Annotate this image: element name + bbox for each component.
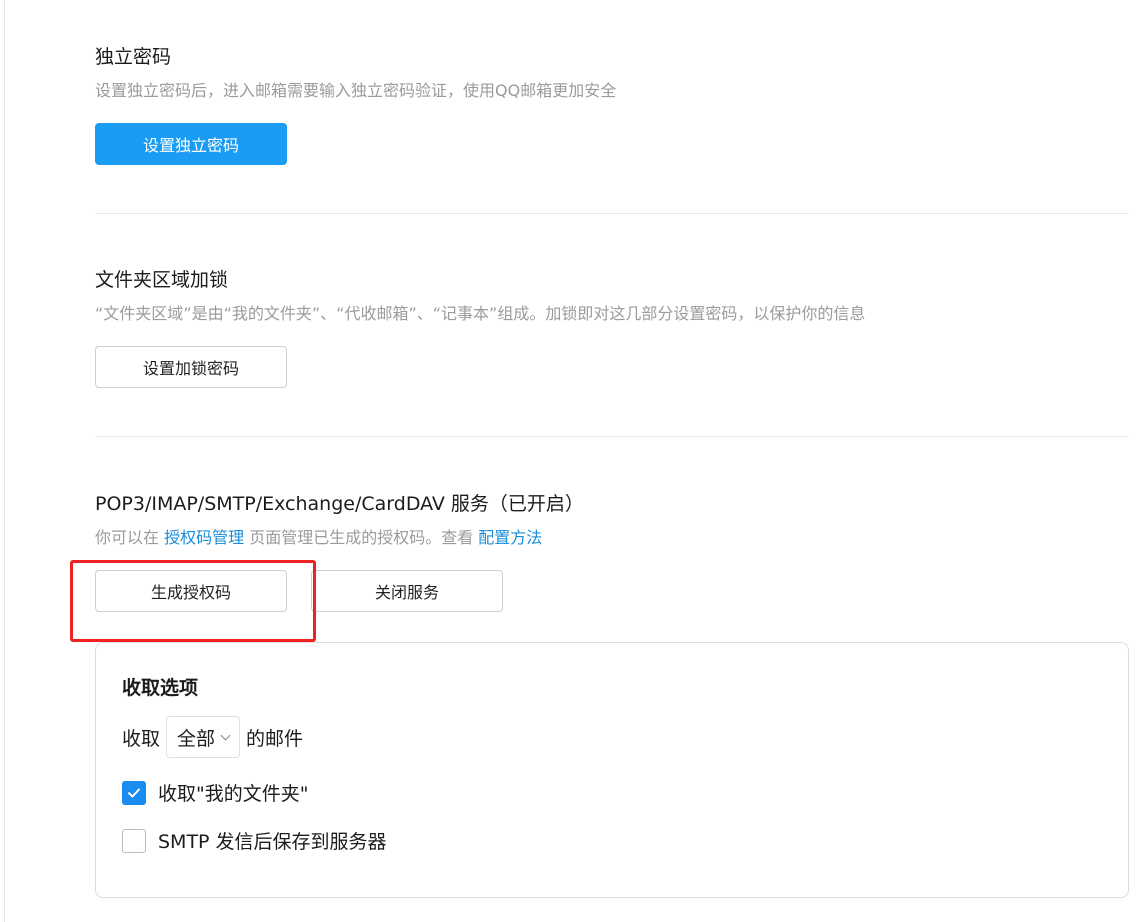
mail-service-desc-prefix: 你可以在 (95, 528, 165, 547)
page-left-border (4, 0, 5, 922)
checkmark-icon (128, 788, 140, 797)
section-divider (95, 436, 1129, 437)
section-divider (95, 213, 1129, 214)
folder-lock-description: “文件夹区域”是由“我的文件夹”、“代收邮箱”、“记事本”组成。加锁即对这几部分… (95, 304, 866, 323)
mail-service-description: 你可以在 授权码管理 页面管理已生成的授权码。查看 配置方法 (95, 524, 542, 548)
fetch-range-value: 全部 (177, 727, 216, 750)
fetch-range-select[interactable]: 全部 (166, 716, 241, 758)
fetch-my-folders-option[interactable]: 收取"我的文件夹" (122, 779, 308, 806)
smtp-save-label: SMTP 发信后保存到服务器 (158, 831, 387, 853)
chevron-down-icon (220, 730, 231, 740)
fetch-range-row: 收取 全部 的邮件 (122, 716, 303, 758)
smtp-save-option[interactable]: SMTP 发信后保存到服务器 (122, 827, 387, 854)
fetch-options-title: 收取选项 (122, 677, 199, 699)
fetch-my-folders-label: 收取"我的文件夹" (158, 783, 309, 805)
mail-service-title: POP3/IMAP/SMTP/Exchange/CardDAV 服务（已开启） (95, 493, 584, 515)
mail-service-desc-middle: 页面管理已生成的授权码。查看 (244, 528, 479, 547)
folder-lock-title: 文件夹区域加锁 (95, 269, 229, 291)
auth-code-management-link[interactable]: 授权码管理 (164, 528, 244, 547)
smtp-save-checkbox[interactable] (122, 828, 146, 853)
config-method-link[interactable]: 配置方法 (478, 528, 542, 547)
close-service-button[interactable]: 关闭服务 (311, 570, 503, 612)
fetch-my-folders-checkbox[interactable] (122, 780, 146, 805)
fetch-prefix-label: 收取 (122, 727, 161, 750)
set-independent-password-button[interactable]: 设置独立密码 (95, 123, 287, 165)
independent-password-title: 独立密码 (95, 46, 172, 68)
independent-password-description: 设置独立密码后，进入邮箱需要输入独立密码验证，使用QQ邮箱更加安全 (95, 81, 617, 100)
fetch-options-panel: 收取选项 收取 全部 的邮件 收取"我的文件夹" SMTP 发信后保存到服务器 (95, 642, 1129, 898)
highlight-annotation-box (70, 560, 316, 642)
set-lock-password-button[interactable]: 设置加锁密码 (95, 346, 287, 388)
fetch-suffix-label: 的邮件 (246, 727, 304, 750)
